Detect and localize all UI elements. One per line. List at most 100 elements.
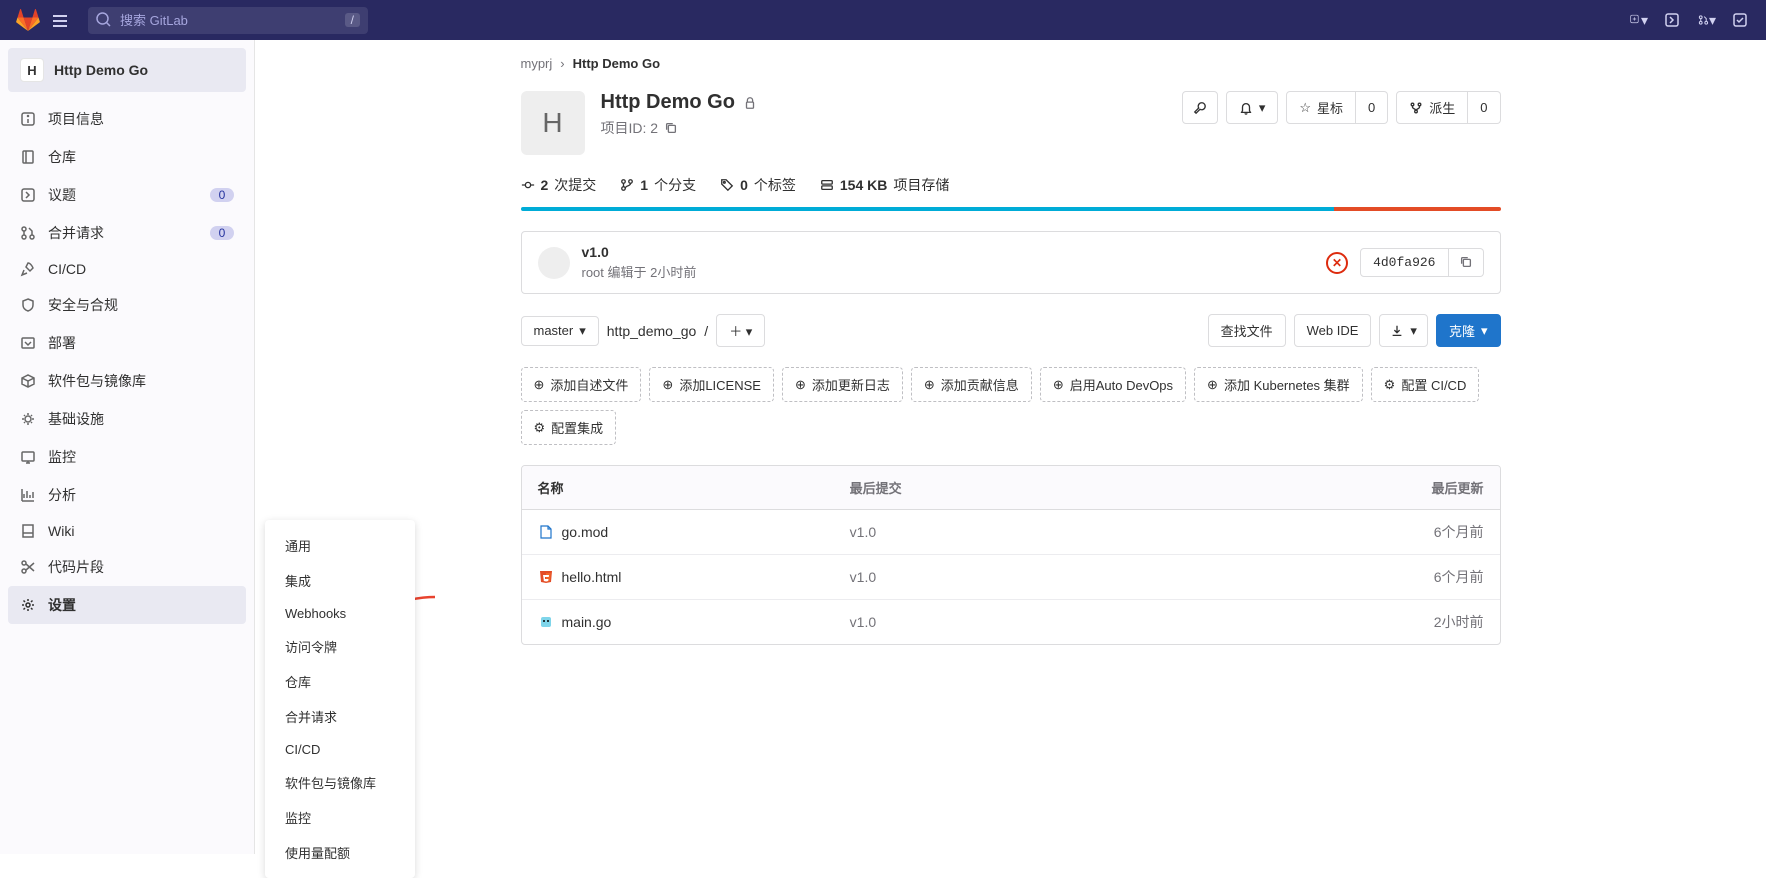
plus-box-icon: ⊕: [1207, 377, 1218, 393]
plus-box-icon: ⊕: [795, 377, 806, 393]
language-bar[interactable]: [521, 207, 1501, 211]
suggest-license[interactable]: ⊕ 添加LICENSE: [649, 367, 774, 402]
sidebar-label: 设置: [48, 595, 76, 615]
copy-sha-icon[interactable]: [1449, 248, 1484, 277]
fork-button[interactable]: 派生: [1396, 91, 1468, 124]
suggest-contributing[interactable]: ⊕ 添加贡献信息: [911, 367, 1032, 402]
suggest-auto-devops[interactable]: ⊕ 启用Auto DevOps: [1040, 367, 1186, 402]
suggest-kubernetes[interactable]: ⊕ 添加 Kubernetes 集群: [1194, 367, 1363, 402]
flyout-item-usage-quotas[interactable]: 使用量配额: [265, 835, 415, 870]
sidebar-item-deployments[interactable]: 部署: [8, 324, 246, 362]
sidebar-item-packages[interactable]: 软件包与镜像库: [8, 362, 246, 400]
latest-commit: v1.0 root 编辑于 2小时前 ✕ 4d0fa926: [521, 231, 1501, 294]
file-commit: v1.0: [850, 614, 1394, 630]
suggest-integrations[interactable]: ⚙ 配置集成: [521, 410, 617, 445]
path-breadcrumb[interactable]: http_demo_go: [607, 323, 697, 339]
stat-branches[interactable]: 1 个分支: [620, 175, 696, 195]
sidebar-item-settings[interactable]: 设置: [8, 586, 246, 624]
table-row[interactable]: go.mod v1.0 6个月前: [522, 510, 1500, 555]
fork-count[interactable]: 0: [1468, 91, 1500, 124]
suggest-ci[interactable]: ⚙ 配置 CI/CD: [1371, 367, 1480, 402]
commit-author-avatar[interactable]: [538, 247, 570, 279]
flyout-item-cicd[interactable]: CI/CD: [265, 734, 415, 765]
flyout-item-repository[interactable]: 仓库: [265, 664, 415, 699]
sidebar-item-infrastructure[interactable]: 基础设施: [8, 400, 246, 438]
search-icon: [96, 12, 112, 28]
repository-icon: [20, 149, 36, 165]
flyout-item-access-tokens[interactable]: 访问令牌: [265, 629, 415, 664]
file-updated: 2小时前: [1394, 612, 1484, 632]
html-file-icon: [538, 569, 554, 585]
star-button[interactable]: ☆ 星标: [1286, 91, 1356, 124]
flyout-item-monitor[interactable]: 监控: [265, 800, 415, 835]
sidebar-item-analytics[interactable]: 分析: [8, 476, 246, 514]
suggest-readme[interactable]: ⊕ 添加自述文件: [521, 367, 642, 402]
book-icon: [20, 523, 36, 539]
commit-sha[interactable]: 4d0fa926: [1360, 248, 1448, 277]
plus-box-icon: ⊕: [534, 377, 545, 393]
stat-commits[interactable]: 2 次提交: [521, 175, 597, 195]
flyout-item-webhooks[interactable]: Webhooks: [265, 598, 415, 629]
commit-title[interactable]: v1.0: [582, 244, 1327, 260]
chevron-right-icon: ›: [560, 56, 564, 71]
sidebar-item-snippets[interactable]: 代码片段: [8, 548, 246, 586]
pipeline-failed-icon[interactable]: ✕: [1326, 252, 1348, 274]
gitlab-logo-icon[interactable]: [16, 8, 40, 32]
sidebar-project-link[interactable]: H Http Demo Go: [8, 48, 246, 92]
branch-dropdown[interactable]: master ▾: [521, 316, 599, 346]
project-avatar-large: H: [521, 91, 585, 155]
copy-id-icon[interactable]: [664, 121, 678, 135]
star-count[interactable]: 0: [1356, 91, 1388, 124]
download-button[interactable]: ▾: [1379, 314, 1428, 347]
gear-icon: [20, 597, 36, 613]
issues-icon[interactable]: [1664, 11, 1682, 29]
sidebar-item-security[interactable]: 安全与合规: [8, 286, 246, 324]
stat-storage[interactable]: 154 KB 项目存储: [820, 175, 949, 195]
sidebar-project-name: Http Demo Go: [54, 62, 148, 78]
chart-icon: [20, 487, 36, 503]
file-name: main.go: [562, 614, 612, 630]
mr-badge: 0: [210, 226, 234, 240]
plus-box-icon: ⊕: [662, 377, 673, 393]
sidebar-item-merge-requests[interactable]: 合并请求 0: [8, 214, 246, 252]
sidebar-item-monitor[interactable]: 监控: [8, 438, 246, 476]
suggest-changelog[interactable]: ⊕ 添加更新日志: [782, 367, 903, 402]
flyout-item-packages[interactable]: 软件包与镜像库: [265, 765, 415, 800]
breadcrumb-project[interactable]: Http Demo Go: [573, 56, 660, 71]
sidebar-label: 议题: [48, 185, 76, 205]
todos-icon[interactable]: [1732, 11, 1750, 29]
info-icon: [20, 111, 36, 127]
sidebar-item-wiki[interactable]: Wiki: [8, 514, 246, 548]
flyout-item-general[interactable]: 通用: [265, 528, 415, 563]
settings-flyout: 通用 集成 Webhooks 访问令牌 仓库 合并请求 CI/CD 软件包与镜像…: [265, 520, 415, 878]
top-navbar: / ▾ ▾: [0, 0, 1766, 40]
merge-icon: [20, 225, 36, 241]
find-file-button[interactable]: 查找文件: [1208, 314, 1286, 347]
table-row[interactable]: hello.html v1.0 6个月前: [522, 555, 1500, 600]
file-commit: v1.0: [850, 569, 1394, 585]
sidebar-item-project-info[interactable]: 项目信息: [8, 100, 246, 138]
flyout-item-merge-requests[interactable]: 合并请求: [265, 699, 415, 734]
sidebar-label: 分析: [48, 485, 76, 505]
breadcrumb-group[interactable]: myprj: [521, 56, 553, 71]
plus-dropdown-icon[interactable]: ▾: [1630, 11, 1648, 29]
stat-tags[interactable]: 0 个标签: [720, 175, 796, 195]
wrench-button[interactable]: [1182, 91, 1218, 124]
sidebar-item-issues[interactable]: 议题 0: [8, 176, 246, 214]
search-shortcut-badge: /: [345, 13, 360, 27]
table-row[interactable]: main.go v1.0 2小时前: [522, 600, 1500, 644]
lock-icon: [743, 96, 757, 110]
package-icon: [20, 373, 36, 389]
sidebar-item-repository[interactable]: 仓库: [8, 138, 246, 176]
notification-button[interactable]: ▾: [1226, 91, 1279, 124]
search-input[interactable]: [88, 7, 368, 34]
table-head-commit: 最后提交: [850, 478, 1394, 497]
hamburger-icon[interactable]: [48, 8, 72, 32]
table-head-name: 名称: [538, 478, 850, 497]
add-file-dropdown[interactable]: ＋ ▾: [716, 314, 765, 347]
merge-requests-icon[interactable]: ▾: [1698, 11, 1716, 29]
clone-button[interactable]: 克隆 ▾: [1436, 314, 1501, 347]
sidebar-item-cicd[interactable]: CI/CD: [8, 252, 246, 286]
web-ide-button[interactable]: Web IDE: [1294, 314, 1372, 347]
flyout-item-integrations[interactable]: 集成: [265, 563, 415, 598]
